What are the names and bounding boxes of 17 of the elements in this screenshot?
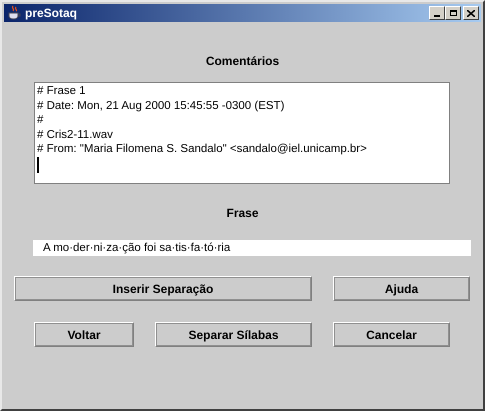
comments-text-area[interactable]: # Frase 1 # Date: Mon, 21 Aug 2000 15:45:55 -0300 (EST) # # Cris2-11.wav # From: "Maria Filomena S. Sandalo" <sandalo@iel.unicamp.br>: [34, 82, 450, 184]
window-title: preSotaq: [25, 6, 78, 20]
section-label: Comentários: [204, 54, 280, 68]
close-icon: [467, 10, 475, 16]
action-button[interactable]: Cancelar: [333, 322, 450, 347]
section-label: Frase: [225, 206, 260, 220]
minimize-icon: [434, 15, 440, 17]
minimize-button[interactable]: [429, 6, 445, 20]
phrase-field[interactable]: A mo·der·ni·za·ção foi sa·tis·fa·tó·ria: [33, 240, 471, 256]
maximize-icon: [450, 10, 456, 16]
action-button[interactable]: Ajuda: [333, 276, 470, 301]
coffee-cup-icon: [7, 5, 21, 21]
action-button[interactable]: Separar Sílabas: [155, 322, 312, 347]
action-button[interactable]: Inserir Separação: [14, 276, 312, 301]
close-button[interactable]: [463, 6, 479, 20]
action-button[interactable]: Voltar: [34, 322, 134, 347]
maximize-button[interactable]: [445, 6, 461, 20]
